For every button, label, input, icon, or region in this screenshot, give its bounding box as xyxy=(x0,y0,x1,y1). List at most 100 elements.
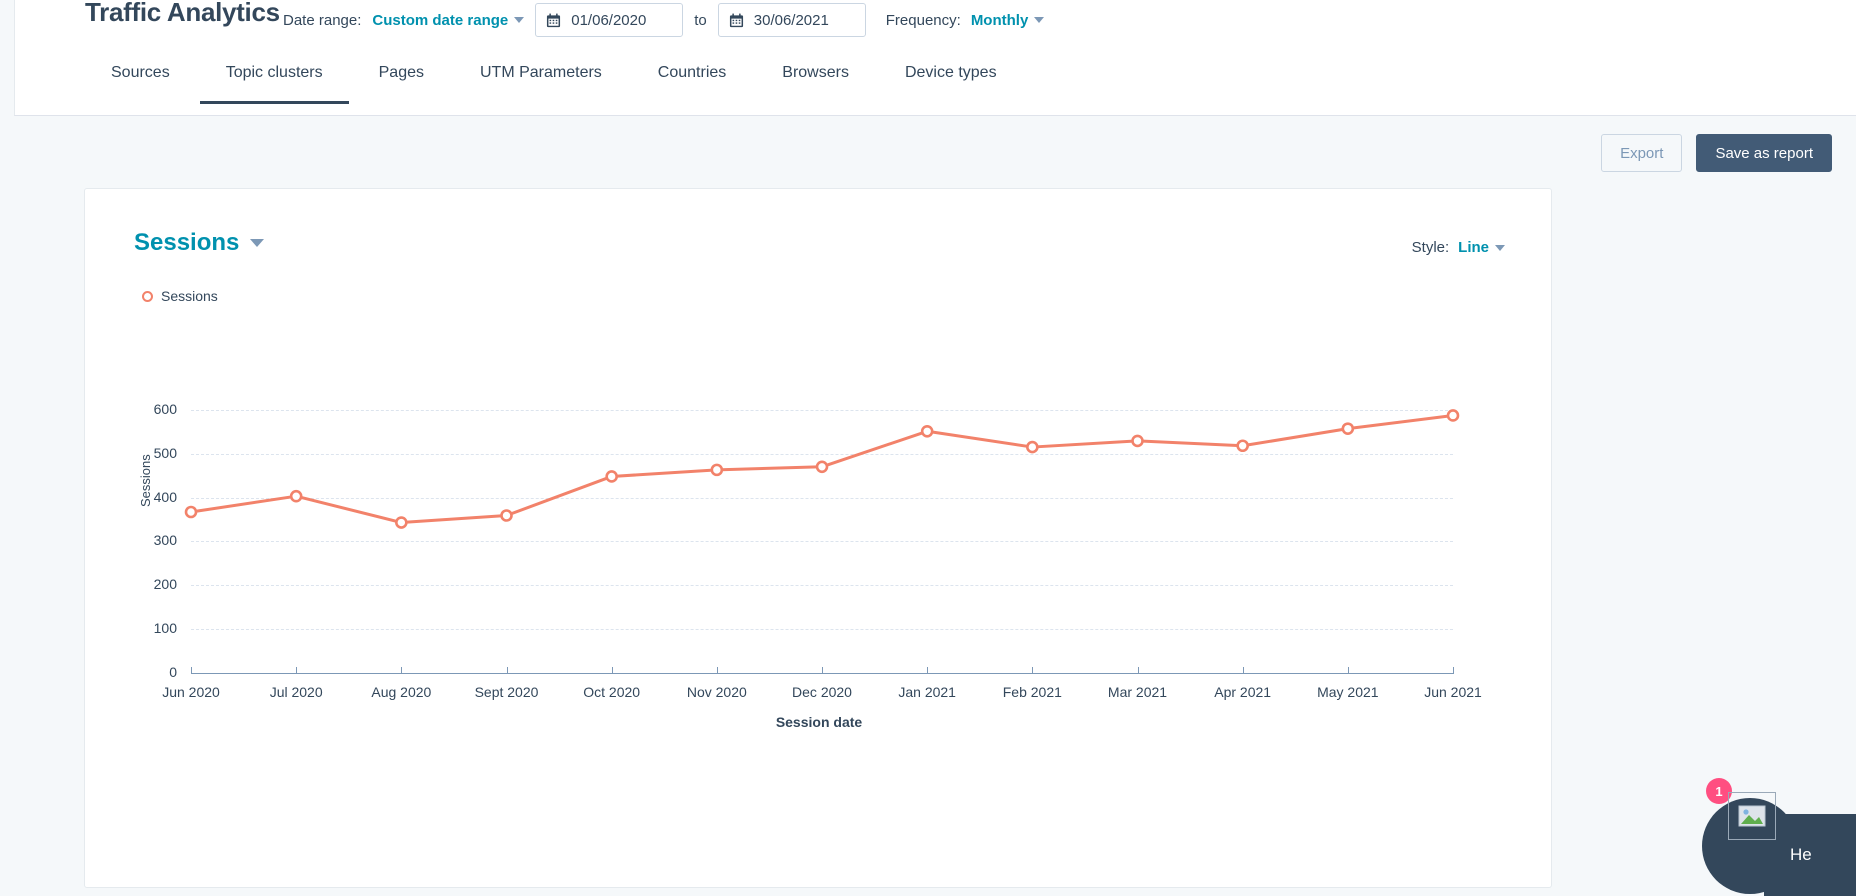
gridline xyxy=(191,541,1453,542)
tab-label: Pages xyxy=(379,64,424,81)
chevron-down-icon xyxy=(1034,17,1044,23)
chart-style-select[interactable]: Line xyxy=(1458,239,1505,256)
data-point-marker[interactable] xyxy=(922,426,932,436)
x-axis-tick-label: Apr 2021 xyxy=(1214,684,1271,700)
x-axis-tick-label: Jul 2020 xyxy=(270,684,323,700)
chart-style-controls: Style: Line xyxy=(1412,239,1505,256)
data-point-marker[interactable] xyxy=(186,507,196,517)
x-axis-tick-label: Jun 2020 xyxy=(162,684,220,700)
tab-pages[interactable]: Pages xyxy=(379,46,424,104)
x-axis-title: Session date xyxy=(85,714,1553,730)
date-to-separator-label: to xyxy=(694,12,707,29)
gridline xyxy=(191,498,1453,499)
tab-label: Device types xyxy=(905,64,997,81)
frequency-controls: Frequency: Monthly xyxy=(886,12,1045,29)
data-point-marker[interactable] xyxy=(712,465,722,475)
image-placeholder-icon xyxy=(1738,804,1766,828)
metric-select-value: Sessions xyxy=(134,229,239,257)
tab-device-types[interactable]: Device types xyxy=(905,46,997,104)
x-axis-tick-label: Sept 2020 xyxy=(475,684,539,700)
legend-marker-icon xyxy=(142,291,153,302)
save-as-report-button[interactable]: Save as report xyxy=(1696,134,1832,172)
export-button[interactable]: Export xyxy=(1601,134,1682,172)
y-axis-tick-label: 200 xyxy=(131,576,177,592)
series-layer xyxy=(85,189,1553,889)
page-title: Traffic Analytics xyxy=(85,0,280,28)
tab-utm-parameters[interactable]: UTM Parameters xyxy=(480,46,602,104)
tab-label: Browsers xyxy=(782,64,849,81)
metric-select[interactable]: Sessions xyxy=(134,229,264,257)
date-from-field[interactable]: 01/06/2020 xyxy=(535,3,683,37)
legend-item-label: Sessions xyxy=(161,288,218,304)
gridline xyxy=(191,410,1453,411)
tab-countries[interactable]: Countries xyxy=(658,46,726,104)
date-range-controls: Date range: Custom date range 01/06/2020… xyxy=(283,0,1044,40)
x-axis-tick-mark xyxy=(1453,667,1454,674)
data-point-marker[interactable] xyxy=(817,462,827,472)
x-axis-tick-mark xyxy=(717,667,718,674)
line-chart: Sessions Session date 0 100 200 300 400 500 60… xyxy=(85,189,1553,889)
x-axis-tick-mark xyxy=(1138,667,1139,674)
y-axis-tick-label: 300 xyxy=(131,532,177,548)
x-axis-tick-label: May 2021 xyxy=(1317,684,1378,700)
y-axis-tick-label: 100 xyxy=(131,620,177,636)
tab-label: Topic clusters xyxy=(226,64,323,81)
x-axis-tick-label: Jan 2021 xyxy=(898,684,956,700)
date-range-select-value: Custom date range xyxy=(372,12,508,29)
gridline xyxy=(191,454,1453,455)
tab-sources[interactable]: Sources xyxy=(111,46,170,104)
chart-legend[interactable]: Sessions xyxy=(142,288,218,304)
data-point-marker[interactable] xyxy=(1448,410,1458,420)
y-axis-title: Sessions xyxy=(138,454,153,507)
report-actions: Export Save as report xyxy=(1601,134,1832,172)
x-axis-tick-mark xyxy=(612,667,613,674)
date-from-value: 01/06/2020 xyxy=(571,12,646,29)
x-axis-tick-mark xyxy=(927,667,928,674)
chart-style-select-value: Line xyxy=(1458,239,1489,256)
tab-label: UTM Parameters xyxy=(480,64,602,81)
x-axis-tick-label: Jun 2021 xyxy=(1424,684,1482,700)
chart-style-label: Style: xyxy=(1412,239,1450,256)
data-point-marker[interactable] xyxy=(291,491,301,501)
top-header-bar: Traffic Analytics Date range: Custom dat… xyxy=(14,0,1856,116)
broken-image-icon xyxy=(1728,792,1776,840)
date-range-select[interactable]: Custom date range xyxy=(372,12,524,29)
x-axis-tick-label: Aug 2020 xyxy=(371,684,431,700)
x-axis-tick-mark xyxy=(1243,667,1244,674)
data-point-marker[interactable] xyxy=(396,518,406,528)
data-point-marker[interactable] xyxy=(607,471,617,481)
date-to-field[interactable]: 30/06/2021 xyxy=(718,3,866,37)
data-point-marker[interactable] xyxy=(502,511,512,521)
frequency-select-value: Monthly xyxy=(971,12,1029,29)
chat-widget-panel[interactable]: He xyxy=(1764,814,1856,896)
y-axis-tick-label: 600 xyxy=(131,401,177,417)
data-point-marker[interactable] xyxy=(1027,442,1037,452)
x-axis-tick-label: Dec 2020 xyxy=(792,684,852,700)
x-axis-tick-mark xyxy=(401,667,402,674)
frequency-select[interactable]: Monthly xyxy=(971,12,1045,29)
chevron-down-icon xyxy=(1495,245,1505,251)
tab-topic-clusters[interactable]: Topic clusters xyxy=(226,46,323,104)
data-point-marker[interactable] xyxy=(1133,436,1143,446)
y-axis-tick-label: 500 xyxy=(131,445,177,461)
frequency-label: Frequency: xyxy=(886,12,961,29)
x-axis-line xyxy=(191,673,1453,674)
chevron-down-icon xyxy=(250,239,264,247)
y-axis-tick-label: 0 xyxy=(131,664,177,680)
series-line xyxy=(191,415,1453,522)
data-point-marker[interactable] xyxy=(1238,441,1248,451)
data-point-marker[interactable] xyxy=(1343,424,1353,434)
calendar-icon xyxy=(546,13,561,28)
analytics-tab-bar: Sources Topic clusters Pages UTM Parameters… xyxy=(15,46,1053,116)
gridline xyxy=(191,585,1453,586)
x-axis-tick-mark xyxy=(822,667,823,674)
tab-label: Countries xyxy=(658,64,726,81)
x-axis-tick-label: Nov 2020 xyxy=(687,684,747,700)
x-axis-tick-label: Feb 2021 xyxy=(1003,684,1062,700)
x-axis-tick-mark xyxy=(507,667,508,674)
tab-label: Sources xyxy=(111,64,170,81)
x-axis-tick-mark xyxy=(296,667,297,674)
chat-widget-message: He xyxy=(1790,845,1812,865)
y-axis-tick-label: 400 xyxy=(131,489,177,505)
tab-browsers[interactable]: Browsers xyxy=(782,46,849,104)
